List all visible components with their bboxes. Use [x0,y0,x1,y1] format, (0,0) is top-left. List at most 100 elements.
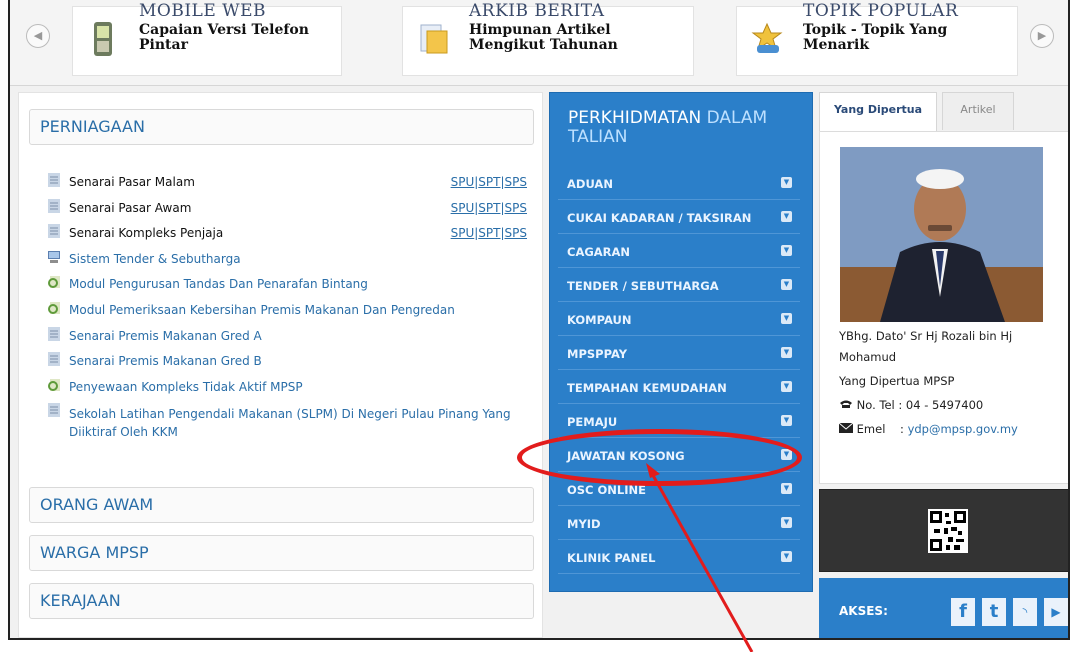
feature-carousel: ◀ MOBILE WEB Capaian Versi Telefon Pinta… [10,0,1068,86]
tab-yang-dipertua[interactable]: Yang Dipertua [819,92,937,133]
service-item[interactable]: TEMPAHAN KEMUDAHAN ▼ [558,371,800,404]
computer-icon [48,250,60,263]
chevron-down-icon[interactable]: ▼ [781,245,792,256]
portrait-illustration [840,147,1043,322]
service-item[interactable]: KOMPAUN ▼ [558,303,800,336]
list-item[interactable]: Senarai Kompleks Penjaja SPU|SPT|SPS [47,224,527,250]
feature-mobile-web[interactable]: MOBILE WEB Capaian Versi Telefon Pintar [72,1,342,76]
service-item-label: CAGARAN [567,245,631,259]
email-link[interactable]: ydp@mpsp.gov.my [908,422,1018,436]
business-list: Senarai Pasar Malam SPU|SPT|SPS Senarai … [47,173,527,447]
feature-title: TOPIK POPULAR [803,1,959,21]
service-item-label: TEMPAHAN KEMUDAHAN [567,381,727,395]
document-icon [48,198,60,213]
link-spu[interactable]: SPU [451,226,475,240]
list-item-label: Sistem Tender & Sebutharga [69,251,241,266]
feature-title: MOBILE WEB [139,1,267,21]
email-row: Emel : ydp@mpsp.gov.my [838,422,1018,436]
service-item-label: KOMPAUN [567,313,632,327]
chevron-down-icon[interactable]: ▼ [781,483,792,494]
chevron-down-icon[interactable]: ▼ [781,347,792,358]
chevron-down-icon[interactable]: ▼ [781,415,792,426]
category-panel: PERNIAGAAN Senarai Pasar Malam SPU|SPT|S… [18,92,543,638]
facebook-icon[interactable]: f [951,598,975,626]
list-item-label: Sekolah Latihan Pengendali Makanan (SLPM… [69,407,511,440]
list-item[interactable]: Penyewaan Kompleks Tidak Aktif MPSP [47,378,527,404]
services-title: PERKHIDMATAN DALAM TALIAN [568,109,798,147]
document-icon [48,352,60,367]
list-item[interactable]: Senarai Pasar Malam SPU|SPT|SPS [47,173,527,199]
list-item[interactable]: Senarai Premis Makanan Gred A [47,326,527,353]
feature-arkib-berita[interactable]: ARKIB BERITA Himpunan Artikel Mengikut T… [402,1,694,76]
link-sps[interactable]: SPS [505,201,527,215]
chevron-down-icon[interactable]: ▼ [781,211,792,222]
service-item-label: MPSPPAY [567,347,628,361]
qr-code-icon [928,509,968,553]
chevron-down-icon[interactable]: ▼ [781,177,792,188]
chevron-down-icon[interactable]: ▼ [781,517,792,528]
list-item[interactable]: Senarai Pasar Awam SPU|SPT|SPS [47,198,527,225]
tab-artikel[interactable]: Artikel [942,92,1014,130]
link-sps[interactable]: SPS [505,226,527,240]
service-item[interactable]: ADUAN ▼ [558,167,800,200]
service-item[interactable]: MPSPPAY ▼ [558,337,800,370]
link-spt[interactable]: SPT [478,226,500,240]
list-item-label: Penyewaan Kompleks Tidak Aktif MPSP [69,379,303,394]
chevron-down-icon[interactable]: ▼ [781,313,792,324]
link-sps[interactable]: SPS [505,175,527,189]
service-item-label: KLINIK PANEL [567,551,656,565]
twitter-icon[interactable]: t [982,598,1006,626]
feature-subtitle: Pintar [139,37,188,53]
list-item[interactable]: Sekolah Latihan Pengendali Makanan (SLPM… [47,403,527,447]
rss-icon[interactable]: ◝ [1013,598,1037,626]
carousel-next-button[interactable]: ▶ [1030,24,1054,48]
email-separator: : [900,422,904,436]
service-item[interactable]: KLINIK PANEL ▼ [558,541,800,574]
list-item[interactable]: Senarai Premis Makanan Gred B [47,352,527,378]
chevron-down-icon[interactable]: ▼ [781,381,792,392]
list-item-label: Modul Pemeriksaan Kebersihan Premis Maka… [69,302,455,317]
list-item[interactable]: Modul Pemeriksaan Kebersihan Premis Maka… [47,301,527,327]
section-orang-awam[interactable]: ORANG AWAM [29,487,534,523]
document-icon [48,326,60,341]
section-warga-mpsp[interactable]: WARGA MPSP [29,535,534,571]
link-spt[interactable]: SPT [478,175,500,189]
search-document-icon [48,378,60,391]
service-item[interactable]: CAGARAN ▼ [558,235,800,268]
qr-code-panel [819,489,1068,572]
president-name-cont: Mohamud [839,350,897,364]
page-frame: ◀ MOBILE WEB Capaian Versi Telefon Pinta… [8,0,1070,640]
phone-value: : 04 - 5497400 [898,398,984,412]
chevron-down-icon[interactable]: ▼ [781,279,792,290]
chevron-down-icon[interactable]: ▼ [781,551,792,562]
feature-topik-popular[interactable]: TOPIK POPULAR Topik - Topik Yang Menarik [736,1,1018,76]
section-kerajaan[interactable]: KERAJAAN [29,583,534,619]
phone-label: No. Tel [856,398,895,412]
phone-icon [94,22,112,56]
service-item[interactable]: TENDER / SEBUTHARGA ▼ [558,269,800,302]
carousel-prev-button[interactable]: ◀ [26,24,50,48]
service-item-label: MYID [567,517,601,531]
service-item[interactable]: MYID ▼ [558,507,800,540]
feature-subtitle: Menarik [803,37,870,53]
search-document-icon [48,301,60,314]
akses-label: AKSES: [839,604,888,618]
feature-subtitle: Capaian Versi Telefon [139,22,309,38]
document-icon [48,224,60,239]
list-item-links: SPU|SPT|SPS [451,201,527,215]
section-perniagaan[interactable]: PERNIAGAAN [29,109,534,145]
link-spt[interactable]: SPT [478,201,500,215]
president-name: YBhg. Dato' Sr Hj Rozali bin Hj [839,329,1013,343]
service-item-label: ADUAN [567,177,613,191]
link-spu[interactable]: SPU [451,175,475,189]
profile-tabs: Yang Dipertua Artikel [819,92,1068,133]
service-item[interactable]: CUKAI KADARAN / TAKSIRAN ▼ [558,201,800,234]
youtube-icon[interactable]: ▶ [1044,598,1068,626]
list-item[interactable]: Modul Pengurusan Tandas Dan Penarafan Bi… [47,275,527,301]
handshake-icon [751,22,783,53]
services-title-a: PERKHIDMATAN [568,108,702,128]
link-spu[interactable]: SPU [451,201,475,215]
list-item-label: Senarai Premis Makanan Gred B [69,354,262,369]
list-item[interactable]: Sistem Tender & Sebutharga [47,250,527,276]
list-item-label: Senarai Kompleks Penjaja [69,226,224,241]
